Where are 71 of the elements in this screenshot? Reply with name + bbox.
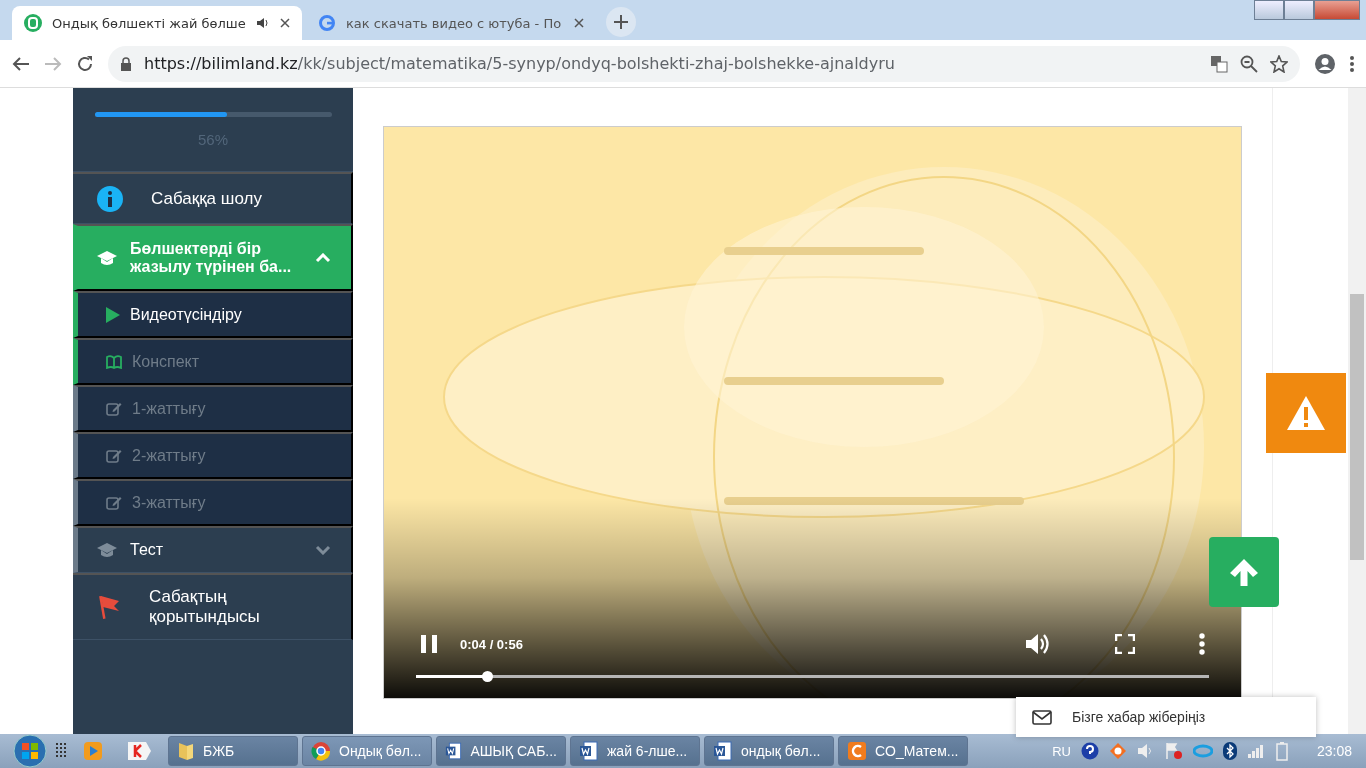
video-player[interactable]: 0:04 / 0:56 — [383, 126, 1242, 699]
close-icon[interactable] — [574, 18, 584, 28]
report-button[interactable] — [1266, 373, 1346, 453]
scroll-up-button[interactable] — [1209, 537, 1279, 607]
lock-icon — [120, 56, 132, 71]
volume-icon[interactable] — [1025, 632, 1051, 656]
sidebar-item[interactable]: Сабақтың қорытындысы — [73, 573, 353, 640]
minimize-button[interactable] — [1254, 0, 1284, 20]
pdf-reader-icon — [847, 741, 867, 761]
back-icon[interactable] — [12, 55, 30, 72]
browser-tab[interactable]: Ондық бөлшекті жай бөлше — [12, 6, 302, 40]
profile-icon[interactable] — [1314, 52, 1336, 75]
document-icon — [445, 741, 463, 761]
edit-icon — [106, 495, 122, 510]
sidebar-subitem[interactable]: 1-жаттығу — [73, 385, 353, 432]
pause-icon — [420, 634, 438, 654]
video-time: 0:04 / 0:56 — [460, 636, 524, 652]
sidebar-subitem[interactable]: 2-жаттығу — [73, 432, 353, 479]
fullscreen-icon[interactable] — [1115, 634, 1135, 654]
reload-icon[interactable] — [76, 54, 94, 73]
help-icon[interactable] — [1080, 742, 1099, 760]
flag-icon — [97, 594, 121, 620]
scrollbar[interactable] — [1348, 88, 1366, 734]
graduation-cap-icon — [96, 542, 118, 558]
taskbar-button[interactable]: жай 6-лше... — [570, 736, 700, 766]
chevron-up-icon — [315, 252, 331, 263]
play-icon — [106, 306, 120, 323]
sidebar-subitem[interactable]: Конспект — [73, 338, 353, 385]
grip-icon — [56, 743, 66, 759]
close-button[interactable] — [1314, 0, 1360, 20]
chrome-icon — [311, 741, 331, 761]
taskbar-button[interactable]: CO_Матем... — [838, 736, 968, 766]
warning-icon — [1286, 395, 1326, 431]
taskbar-button[interactable]: БЖБ — [168, 736, 298, 766]
pause-button[interactable] — [420, 634, 438, 654]
taskbar-button[interactable]: ондық бөл... — [704, 736, 834, 766]
sidebar-subitem[interactable]: Видеотүсіндіру — [73, 291, 353, 338]
book-icon — [106, 354, 122, 369]
close-icon[interactable] — [280, 18, 290, 28]
flag-icon[interactable] — [1164, 742, 1183, 760]
chevron-down-icon — [315, 545, 331, 555]
document-icon — [713, 741, 733, 761]
site-logo-icon — [24, 14, 42, 32]
document-icon — [579, 741, 599, 761]
edit-icon — [106, 401, 122, 416]
sidebar-section[interactable]: Тест — [73, 526, 353, 573]
maximize-button[interactable] — [1284, 0, 1314, 20]
taskbar-button[interactable]: Ондық бөл... — [302, 736, 432, 766]
taskbar-button[interactable]: АШЫҚ САБ... — [436, 736, 566, 766]
arrow-up-icon — [1228, 557, 1260, 587]
plus-icon — [614, 15, 628, 29]
menu-icon[interactable] — [1350, 55, 1354, 72]
sidebar-section[interactable]: Бөлшектерді бір жазылу түрінен ба... — [73, 224, 353, 291]
clock[interactable]: 23:08 — [1316, 743, 1352, 759]
mail-icon — [1032, 709, 1052, 725]
zoom-out-icon[interactable] — [1240, 54, 1258, 73]
antivirus-icon[interactable] — [1108, 742, 1127, 760]
more-icon[interactable] — [1199, 633, 1205, 655]
folder-icon — [177, 741, 195, 761]
info-icon — [97, 185, 123, 212]
language-indicator[interactable]: RU — [1052, 743, 1071, 759]
bluetooth-icon[interactable] — [1222, 742, 1237, 760]
graduation-cap-icon — [96, 249, 118, 266]
browser-tab[interactable]: как скачать видео с ютуба - По — [306, 6, 596, 40]
feedback-button[interactable]: Бізге хабар жіберіңіз — [1016, 697, 1316, 737]
google-logo-icon — [318, 14, 336, 32]
sidebar-item[interactable]: Сабаққа шолу — [73, 172, 353, 224]
sidebar-subitem[interactable]: 3-жаттығу — [73, 479, 353, 526]
star-icon[interactable] — [1270, 54, 1288, 73]
edit-icon — [106, 448, 122, 463]
new-tab-button[interactable] — [606, 7, 636, 37]
